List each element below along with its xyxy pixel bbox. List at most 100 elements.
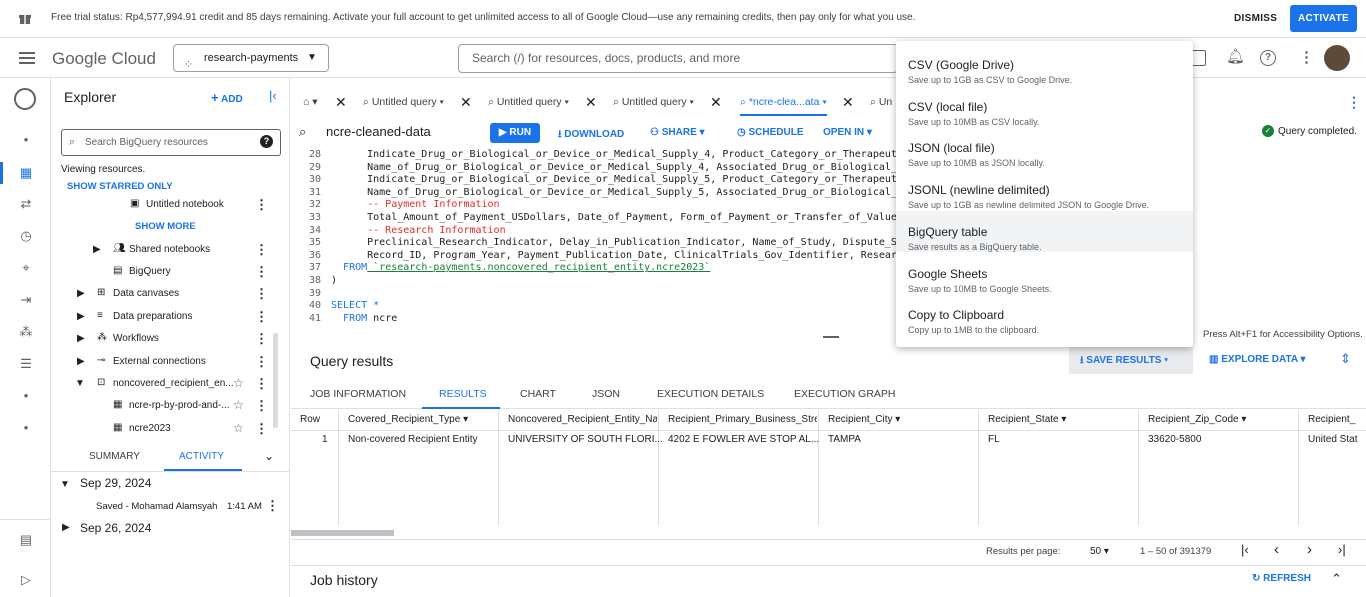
code-line[interactable]: Total_Amount_of_Payment_USDollars, Date_… bbox=[331, 212, 896, 223]
tree-item-table-2[interactable]: ncre2023 bbox=[129, 423, 171, 434]
tab-results[interactable]: RESULTS bbox=[439, 388, 487, 400]
untitled-notebook-item[interactable]: Untitled notebook bbox=[146, 199, 224, 210]
table-cell[interactable]: TAMPA bbox=[828, 434, 861, 445]
code-line[interactable]: Name_of_Drug_or_Biological_or_Device_or_… bbox=[331, 187, 896, 198]
tree-item-dataset[interactable]: noncovered_recipient_en... bbox=[113, 378, 234, 389]
pipeline-icon[interactable]: ⇥ bbox=[17, 292, 35, 310]
column-header[interactable]: Noncovered_Recipient_Entity_Name bbox=[508, 414, 657, 434]
menu-item[interactable]: CSV (local file) Save up to 10MB as CSV l… bbox=[896, 86, 1193, 127]
tree-item-table-1[interactable]: ncre-rp-by-prod-and-... bbox=[129, 400, 230, 411]
search-input[interactable]: Search (/) for resources, docs, products… bbox=[458, 44, 898, 73]
table-cell[interactable]: UNIVERSITY OF SOUTH FLORI... bbox=[508, 434, 663, 445]
chevron-right-icon[interactable]: ▶ bbox=[77, 288, 85, 299]
chevron-down-icon[interactable]: ▼ bbox=[60, 479, 70, 490]
code-line[interactable]: -- Payment Information bbox=[331, 199, 499, 210]
add-button[interactable]: + ADD bbox=[211, 90, 243, 105]
tab-query-1[interactable]: ⌕ Untitled query ▾ bbox=[363, 88, 444, 116]
column-header[interactable]: Recipient_State ▾ bbox=[988, 414, 1133, 434]
notes-icon[interactable]: ▤ bbox=[17, 532, 35, 550]
share-button[interactable]: ⚇ SHARE ▾ bbox=[650, 127, 705, 138]
expand-icon[interactable]: ⇕ bbox=[1340, 351, 1351, 367]
dot-icon[interactable]: • bbox=[17, 420, 35, 438]
close-icon[interactable]: ✕ bbox=[335, 88, 347, 116]
code-line[interactable]: Indicate_Drug_or_Biological_or_Device_or… bbox=[331, 174, 896, 185]
more-vert-icon[interactable]: ⋮ bbox=[255, 354, 268, 370]
close-icon[interactable]: ✕ bbox=[710, 88, 722, 116]
show-starred-button[interactable]: SHOW STARRED ONLY bbox=[67, 181, 173, 192]
help-icon[interactable]: ? bbox=[260, 135, 273, 148]
menu-item[interactable]: JSONL (newline delimited) Save up to 1GB … bbox=[896, 169, 1193, 210]
tab-chart[interactable]: CHART bbox=[520, 388, 556, 400]
close-icon[interactable]: ✕ bbox=[460, 88, 472, 116]
code-line[interactable]: FROM `research-payments.noncovered_recip… bbox=[331, 262, 710, 273]
column-header[interactable]: Recipient_Zip_Code ▾ bbox=[1148, 414, 1293, 434]
code-line[interactable]: FROM ncre bbox=[331, 313, 397, 324]
code-line[interactable]: Record_ID, Program_Year, Payment_Publica… bbox=[331, 250, 896, 261]
column-header[interactable]: Covered_Recipient_Type ▾ bbox=[348, 414, 493, 434]
tab-query-2[interactable]: ⌕ Untitled query ▾ bbox=[488, 88, 569, 116]
chevron-down-icon[interactable]: ⌄ bbox=[264, 449, 274, 463]
tab-summary[interactable]: SUMMARY bbox=[89, 451, 140, 462]
chevron-up-icon[interactable]: ⌃ bbox=[1331, 571, 1342, 587]
menu-item[interactable]: JSON (local file) Save up to 10MB as JSON… bbox=[896, 127, 1193, 168]
activate-button[interactable]: ACTIVATE bbox=[1290, 5, 1357, 32]
tab-job-information[interactable]: JOB INFORMATION bbox=[310, 388, 406, 400]
chevron-right-icon[interactable]: ▶ bbox=[77, 311, 85, 322]
tree-item-data-preparations[interactable]: Data preparations bbox=[113, 311, 193, 322]
menu-item[interactable]: BigQuery table Save results as a BigQuery… bbox=[896, 210, 1193, 252]
star-icon[interactable]: ☆ bbox=[233, 398, 244, 412]
per-page-select[interactable]: 50 ▾ bbox=[1090, 546, 1109, 557]
more-vert-icon[interactable]: ⋮ bbox=[255, 242, 268, 258]
dot-icon[interactable]: • bbox=[17, 388, 35, 406]
more-vert-icon[interactable]: ⋮ bbox=[1299, 48, 1314, 66]
chevron-right-icon[interactable]: ▶ bbox=[77, 356, 85, 367]
expand-icon[interactable]: ▷ bbox=[17, 572, 35, 590]
tree-item-bigquery[interactable]: BigQuery bbox=[129, 266, 171, 277]
tab-json[interactable]: JSON bbox=[592, 388, 620, 400]
more-vert-icon[interactable]: ⋮ bbox=[255, 286, 268, 302]
column-header[interactable]: Recipient_ bbox=[1308, 414, 1358, 434]
refresh-button[interactable]: ↻ REFRESH bbox=[1252, 573, 1311, 584]
graph-icon[interactable]: ⁂ bbox=[17, 324, 35, 342]
tab-query-5[interactable]: ⌕ Un bbox=[870, 88, 892, 116]
code-line[interactable]: Name_of_Drug_or_Biological_or_Device_or_… bbox=[331, 162, 896, 173]
star-icon[interactable]: ☆ bbox=[233, 421, 244, 435]
sql-editor[interactable]: 28 Indicate_Drug_or_Biological_or_Device… bbox=[291, 147, 896, 327]
open-in-button[interactable]: OPEN IN ▾ bbox=[823, 127, 872, 138]
more-vert-icon[interactable]: ⋮ bbox=[255, 197, 268, 213]
chevron-right-icon[interactable]: ▶ bbox=[77, 333, 85, 344]
table-cell[interactable]: 1 bbox=[322, 434, 328, 445]
tree-item-shared-notebooks[interactable]: Shared notebooks bbox=[129, 244, 210, 255]
code-line[interactable]: Preclinical_Research_Indicator, Delay_in… bbox=[331, 237, 896, 248]
more-vert-icon[interactable]: ⋮ bbox=[255, 398, 268, 414]
close-icon[interactable]: ✕ bbox=[842, 88, 854, 116]
more-vert-icon[interactable]: ⋮ bbox=[255, 309, 268, 325]
code-line[interactable]: ) bbox=[331, 275, 337, 286]
tree-item-external-connections[interactable]: External connections bbox=[113, 356, 206, 367]
collapse-panel-icon[interactable]: |‹ bbox=[269, 88, 277, 103]
more-vert-icon[interactable]: ⋮ bbox=[266, 498, 279, 514]
more-vert-icon[interactable]: ⋮ bbox=[255, 376, 268, 392]
analytics-icon[interactable]: ⌖ bbox=[17, 260, 35, 278]
menu-item[interactable]: CSV (Google Drive) Save up to 1GB as CSV … bbox=[896, 44, 1193, 85]
home-tab[interactable]: ⌂ ▾ bbox=[303, 88, 318, 116]
tab-execution-details[interactable]: EXECUTION DETAILS bbox=[657, 388, 764, 400]
prev-page-icon[interactable]: ‹ bbox=[1274, 541, 1279, 558]
more-vert-icon[interactable]: ⋮ bbox=[255, 421, 268, 437]
list-icon[interactable]: ☰ bbox=[17, 356, 35, 374]
code-line[interactable]: Indicate_Drug_or_Biological_or_Device_or… bbox=[331, 149, 896, 160]
resize-handle[interactable] bbox=[823, 336, 839, 338]
menu-item[interactable]: Copy to Clipboard Copy up to 1MB to the c… bbox=[896, 294, 1193, 335]
chevron-right-icon[interactable]: ▶ bbox=[62, 522, 70, 533]
table-cell[interactable]: FL bbox=[988, 434, 1000, 445]
scrollbar[interactable] bbox=[273, 333, 278, 428]
tab-query-3[interactable]: ⌕ Untitled query ▾ bbox=[613, 88, 694, 116]
run-button[interactable]: ▶ RUN bbox=[490, 123, 540, 143]
last-page-icon[interactable]: ›| bbox=[1338, 542, 1346, 557]
activity-saved[interactable]: Saved - Mohamad Alamsyah bbox=[96, 501, 217, 512]
more-vert-icon[interactable]: ⋮ bbox=[255, 331, 268, 347]
tab-execution-graph[interactable]: EXECUTION GRAPH bbox=[794, 388, 896, 400]
download-button[interactable]: ⭳ DOWNLOAD bbox=[558, 127, 624, 144]
column-header[interactable]: Recipient_City ▾ bbox=[828, 414, 973, 434]
show-more-button[interactable]: SHOW MORE bbox=[135, 221, 196, 232]
